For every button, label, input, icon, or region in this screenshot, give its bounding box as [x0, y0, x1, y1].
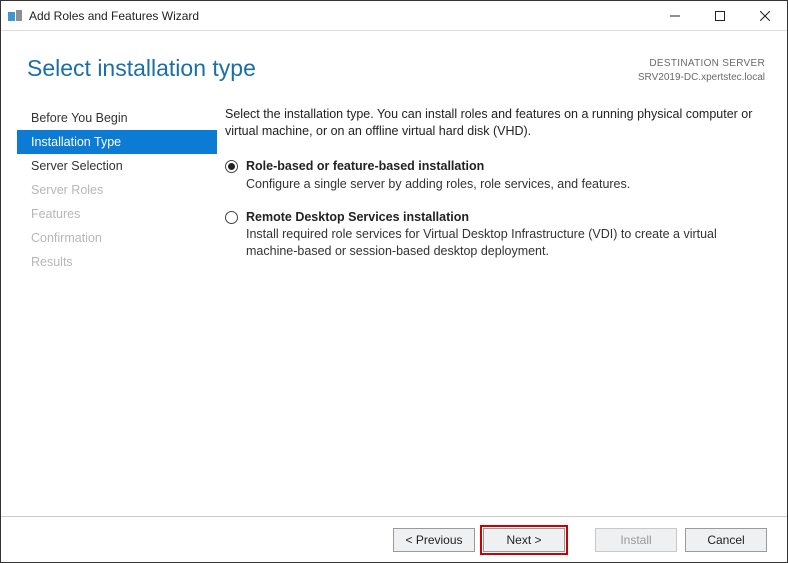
cancel-button[interactable]: Cancel [685, 528, 767, 552]
radio-remote-desktop[interactable] [225, 211, 238, 224]
sidebar-item-installation-type[interactable]: Installation Type [17, 130, 217, 154]
option-remote-desktop[interactable]: Remote Desktop Services installation Ins… [225, 209, 765, 261]
destination-block: DESTINATION SERVER SRV2019-DC.xpertstec.… [638, 55, 765, 84]
option-role-based[interactable]: Role-based or feature-based installation… [225, 158, 765, 193]
previous-button[interactable]: < Previous [393, 528, 475, 552]
destination-label: DESTINATION SERVER [638, 57, 765, 71]
option-title: Role-based or feature-based installation [246, 158, 765, 175]
option-desc: Configure a single server by adding role… [246, 176, 765, 193]
body: Before You Begin Installation Type Serve… [1, 94, 787, 276]
maximize-button[interactable] [697, 1, 742, 30]
app-icon [7, 8, 23, 24]
install-button: Install [595, 528, 677, 552]
sidebar: Before You Begin Installation Type Serve… [17, 106, 217, 276]
intro-text: Select the installation type. You can in… [225, 106, 765, 140]
radio-role-based[interactable] [225, 160, 238, 173]
sidebar-item-server-selection[interactable]: Server Selection [17, 154, 217, 178]
option-desc: Install required role services for Virtu… [246, 226, 765, 260]
sidebar-item-before-you-begin[interactable]: Before You Begin [17, 106, 217, 130]
sidebar-item-confirmation: Confirmation [17, 226, 217, 250]
sidebar-item-features: Features [17, 202, 217, 226]
close-button[interactable] [742, 1, 787, 30]
window-controls [652, 1, 787, 30]
page-title: Select installation type [27, 55, 638, 82]
header: Select installation type DESTINATION SER… [1, 31, 787, 94]
next-button[interactable]: Next > [483, 528, 565, 552]
footer: < Previous Next > Install Cancel [1, 516, 787, 562]
window-title: Add Roles and Features Wizard [29, 9, 652, 23]
sidebar-item-results: Results [17, 250, 217, 274]
option-title: Remote Desktop Services installation [246, 209, 765, 226]
option-text: Remote Desktop Services installation Ins… [246, 209, 765, 261]
main-content: Select the installation type. You can in… [217, 106, 765, 276]
minimize-button[interactable] [652, 1, 697, 30]
titlebar: Add Roles and Features Wizard [1, 1, 787, 31]
option-text: Role-based or feature-based installation… [246, 158, 765, 193]
sidebar-item-server-roles: Server Roles [17, 178, 217, 202]
destination-server-name: SRV2019-DC.xpertstec.local [638, 71, 765, 85]
